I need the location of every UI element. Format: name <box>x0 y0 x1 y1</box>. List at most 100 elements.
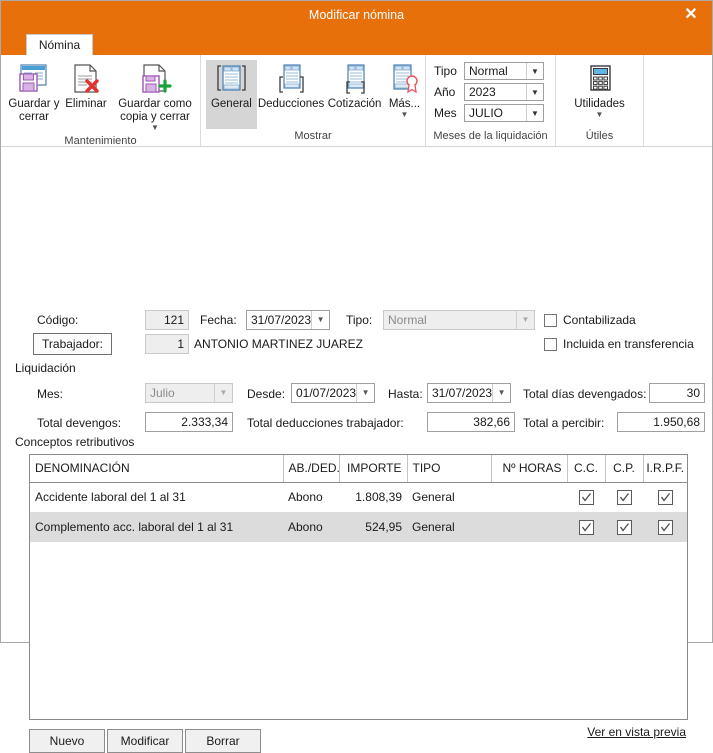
grid-caption: Conceptos retributivos <box>15 435 135 449</box>
hasta-datepicker[interactable]: 31/07/2023 ▼ <box>427 383 511 403</box>
modificar-button[interactable]: Modificar <box>107 729 183 753</box>
column-denominacion[interactable]: DENOMINACIÓN <box>30 455 284 483</box>
close-icon[interactable]: ✕ <box>670 1 712 30</box>
chevron-down-icon: ▼ <box>516 311 534 329</box>
tipo-label: Tipo: <box>346 313 373 327</box>
total-dias-field[interactable]: 30 <box>649 383 705 403</box>
liquidacion-section-label: Liquidación <box>15 361 76 375</box>
total-deducciones-field[interactable]: 382,66 <box>427 412 515 432</box>
cell-cc[interactable] <box>567 512 605 542</box>
mas-button[interactable]: Más... ▼ <box>384 60 425 121</box>
cotizacion-button[interactable]: Cotización <box>325 60 384 113</box>
hasta-value: 31/07/2023 <box>432 386 493 400</box>
cell-irpf[interactable] <box>643 512 687 542</box>
document-contribution-icon <box>339 62 371 96</box>
checkbox-checked-icon[interactable] <box>616 489 632 505</box>
deducciones-button[interactable]: Deducciones <box>257 60 325 113</box>
incluida-transferencia-checkbox[interactable]: Incluida en transferencia <box>544 337 694 351</box>
table-row[interactable]: Accidente laboral del 1 al 31 Abono 1.80… <box>30 482 687 512</box>
cell-cp[interactable] <box>605 512 643 542</box>
cell-importe: 1.808,39 <box>355 490 402 505</box>
checkbox-icon[interactable] <box>544 313 557 327</box>
cell-tipo: General <box>412 490 455 505</box>
guardar-como-copia-button[interactable]: Guardar como copia y cerrar ▼ <box>111 60 199 134</box>
chevron-down-icon[interactable]: ▼ <box>526 105 543 121</box>
ribbon-group-title-mostrar: Mostrar <box>294 130 332 142</box>
modificar-nomina-window: Modificar nómina ✕ Nómina Guardar y cerr… <box>0 0 713 753</box>
mes-dropdown[interactable]: JULIO ▼ <box>464 104 544 122</box>
cell-cp[interactable] <box>605 482 643 512</box>
cell-denominacion: Accidente laboral del 1 al 31 <box>35 490 186 505</box>
conceptos-retributivos-grid[interactable]: DENOMINACIÓN AB./DED. IMPORTE TIPO Nº HO… <box>29 454 688 720</box>
tipo-dropdown[interactable]: Normal ▼ <box>464 62 544 80</box>
column-cp[interactable]: C.P. <box>605 455 644 483</box>
chevron-down-icon: ▼ <box>214 384 232 402</box>
incluida-transferencia-label: Incluida en transferencia <box>563 337 694 351</box>
chevron-down-icon[interactable]: ▼ <box>151 124 159 132</box>
eliminar-button[interactable]: Eliminar <box>61 60 111 113</box>
ribbon-filler <box>643 55 712 146</box>
chevron-down-icon[interactable]: ▼ <box>356 384 374 402</box>
column-tipo[interactable]: TIPO <box>407 455 492 483</box>
checkbox-checked-icon[interactable] <box>657 489 673 505</box>
document-deductions-icon <box>275 62 307 96</box>
chevron-down-icon[interactable]: ▼ <box>526 84 543 100</box>
cell-irpf[interactable] <box>643 482 687 512</box>
cell-n-horas <box>491 512 567 542</box>
chevron-down-icon[interactable]: ▼ <box>492 384 510 402</box>
column-ab-ded[interactable]: AB./DED. <box>283 455 340 483</box>
total-dias-label: Total días devengados: <box>523 387 647 401</box>
tipo-select: Normal ▼ <box>383 310 535 330</box>
nuevo-button[interactable]: Nuevo <box>29 729 105 753</box>
total-devengos-field[interactable]: 2.333,34 <box>145 412 233 432</box>
desde-value: 01/07/2023 <box>296 386 357 400</box>
total-percibir-field[interactable]: 1.950,68 <box>617 412 705 432</box>
desde-datepicker[interactable]: 01/07/2023 ▼ <box>291 383 375 403</box>
checkbox-checked-icon[interactable] <box>616 519 632 535</box>
codigo-label: Código: <box>37 313 79 327</box>
chevron-down-icon[interactable]: ▼ <box>596 111 604 119</box>
save-close-icon <box>17 62 51 96</box>
cotizacion-label: Cotización <box>327 98 382 110</box>
column-irpf[interactable]: I.R.P.F. <box>643 455 687 483</box>
guardar-como-copia-label: Guardar como copia y cerrar <box>118 98 192 123</box>
save-copy-icon <box>138 62 172 96</box>
ano-dropdown-row: Año 2023 ▼ <box>434 83 544 101</box>
total-devengos-label: Total devengos: <box>37 416 122 430</box>
guardar-y-cerrar-button[interactable]: Guardar y cerrar <box>7 60 61 126</box>
form-body: Código: 121 Fecha: 31/07/2023 ▼ Tipo: No… <box>1 147 712 753</box>
ribbon-group-mantenimiento: Guardar y cerrar Eliminar Guardar como c… <box>1 55 200 147</box>
tipo-dropdown-label: Tipo <box>434 64 457 78</box>
borrar-button[interactable]: Borrar <box>185 729 261 753</box>
chevron-down-icon[interactable]: ▼ <box>311 311 329 329</box>
ribbon-group-mostrar: General Deducciones Cotización Más... ▼ … <box>200 55 425 146</box>
ribbon-group-title-utiles: Útiles <box>585 130 614 142</box>
cell-cc[interactable] <box>567 482 605 512</box>
delete-document-icon <box>71 62 101 96</box>
column-cc[interactable]: C.C. <box>567 455 606 483</box>
checkbox-checked-icon[interactable] <box>657 519 673 535</box>
column-importe[interactable]: IMPORTE <box>339 455 408 483</box>
eliminar-label: Eliminar <box>65 98 107 110</box>
checkbox-checked-icon[interactable] <box>578 489 594 505</box>
tab-strip: Nómina <box>1 30 712 55</box>
tab-nomina[interactable]: Nómina <box>26 34 93 55</box>
mes-value: Julio <box>150 386 175 400</box>
table-row[interactable]: Complemento acc. laboral del 1 al 31 Abo… <box>30 512 687 542</box>
ano-dropdown-label: Año <box>434 85 456 99</box>
utilidades-button[interactable]: Utilidades ▼ <box>567 60 633 121</box>
ribbon-group-utiles: Utilidades ▼ Útiles <box>555 55 643 146</box>
checkbox-icon[interactable] <box>544 337 557 351</box>
fecha-datepicker[interactable]: 31/07/2023 ▼ <box>246 310 330 330</box>
contabilizada-checkbox[interactable]: Contabilizada <box>544 313 636 327</box>
chevron-down-icon[interactable]: ▼ <box>526 63 543 79</box>
checkbox-checked-icon[interactable] <box>578 519 594 535</box>
calculator-icon <box>586 62 614 96</box>
title-bar: Modificar nómina ✕ <box>1 1 712 30</box>
general-button[interactable]: General <box>206 60 257 129</box>
chevron-down-icon[interactable]: ▼ <box>401 111 409 119</box>
ano-dropdown[interactable]: 2023 ▼ <box>464 83 544 101</box>
column-n-horas[interactable]: Nº HORAS <box>491 455 568 483</box>
ver-en-vista-previa-link[interactable]: Ver en vista previa <box>587 725 686 739</box>
trabajador-button[interactable]: Trabajador: <box>33 333 112 355</box>
